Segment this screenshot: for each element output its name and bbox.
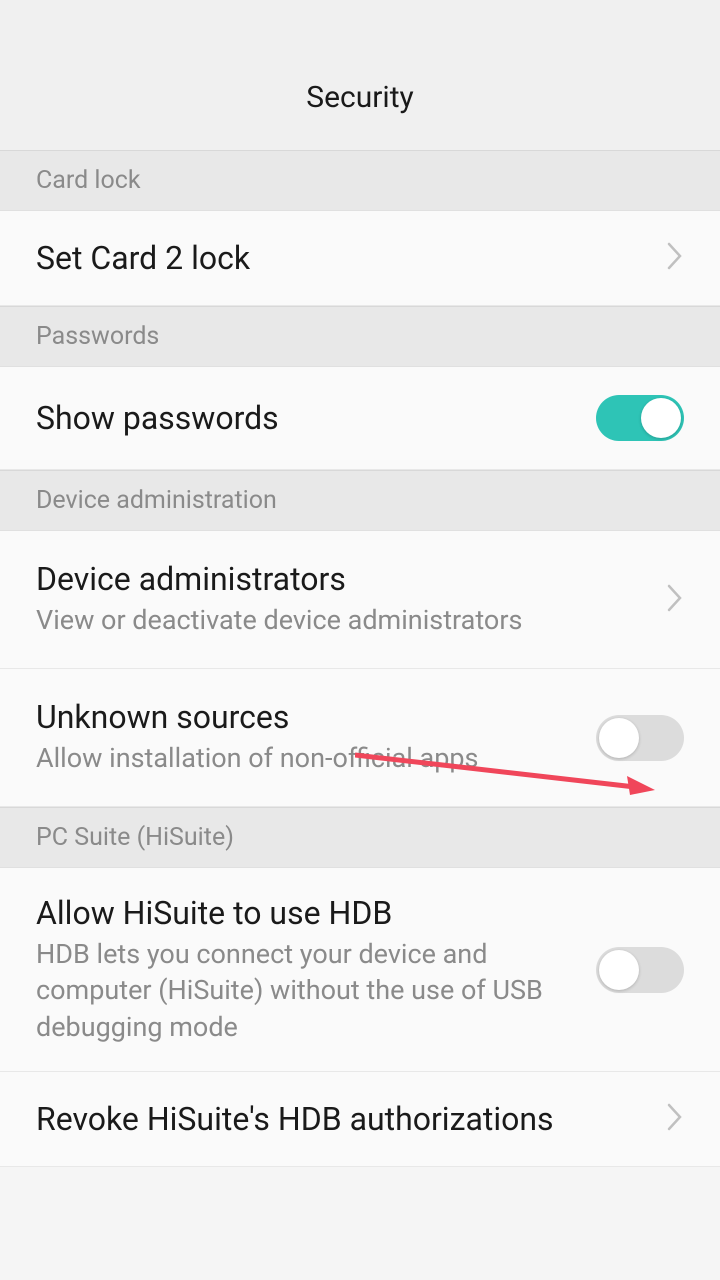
item-title: Device administrators [36,560,650,598]
item-device-administrators[interactable]: Device administrators View or deactivate… [0,531,720,669]
item-revoke-hdb[interactable]: Revoke HiSuite's HDB authorizations [0,1072,720,1167]
section-label: Passwords [36,322,684,351]
chevron-right-icon [666,1102,684,1136]
page-title: Security [306,80,413,115]
section-card-lock: Card lock [0,150,720,211]
toggle-knob [641,398,681,438]
item-subtitle: Allow installation of non-official apps [36,740,556,776]
toggle-knob [599,718,639,758]
item-allow-hdb[interactable]: Allow HiSuite to use HDB HDB lets you co… [0,868,720,1072]
header: Security [0,0,720,150]
item-subtitle: View or deactivate device administrators [36,602,556,638]
section-device-administration: Device administration [0,470,720,531]
toggle-knob [599,950,639,990]
chevron-right-icon [666,583,684,617]
item-title: Unknown sources [36,698,580,736]
item-title: Show passwords [36,399,580,437]
section-label: Card lock [36,166,684,195]
section-pc-suite: PC Suite (HiSuite) [0,807,720,868]
section-label: PC Suite (HiSuite) [36,823,684,852]
item-set-card-lock[interactable]: Set Card 2 lock [0,211,720,306]
item-title: Revoke HiSuite's HDB authorizations [36,1100,650,1138]
item-title: Set Card 2 lock [36,239,650,277]
allow-hdb-toggle[interactable] [596,947,684,993]
section-passwords: Passwords [0,306,720,367]
show-passwords-toggle[interactable] [596,395,684,441]
section-label: Device administration [36,486,684,515]
item-title: Allow HiSuite to use HDB [36,894,580,932]
item-unknown-sources[interactable]: Unknown sources Allow installation of no… [0,669,720,807]
unknown-sources-toggle[interactable] [596,715,684,761]
item-subtitle: HDB lets you connect your device and com… [36,936,556,1045]
item-show-passwords[interactable]: Show passwords [0,367,720,470]
chevron-right-icon [666,241,684,275]
